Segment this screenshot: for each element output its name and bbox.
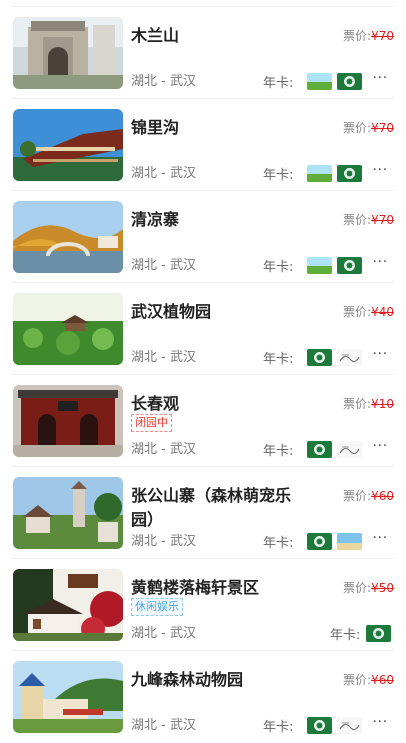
annual-card-label: 年卡: bbox=[330, 628, 361, 643]
annual-card-label: 年卡: bbox=[263, 720, 294, 735]
thumbnail-image bbox=[13, 661, 123, 733]
thumbnail-image bbox=[13, 201, 123, 273]
thumbnail-image bbox=[13, 569, 123, 641]
annual-card-label: 年卡: bbox=[263, 352, 294, 367]
more-cards-icon[interactable]: ··· bbox=[373, 347, 388, 362]
green-landscape-card-icon bbox=[307, 165, 332, 182]
more-cards-icon[interactable]: ··· bbox=[373, 255, 388, 270]
annual-card-label: 年卡: bbox=[263, 260, 294, 275]
category-tag: 休闲娱乐 bbox=[131, 598, 183, 616]
price: 票价:¥10 bbox=[343, 397, 394, 411]
spot-name: 武汉植物园 bbox=[131, 302, 212, 321]
price: 票价:¥70 bbox=[343, 121, 394, 135]
more-cards-icon[interactable]: ··· bbox=[373, 715, 388, 730]
price: 票价:¥50 bbox=[343, 581, 394, 595]
green-circle-card-icon bbox=[307, 441, 332, 458]
price: 票价:¥70 bbox=[343, 213, 394, 227]
spot-name: 清凉寨 bbox=[131, 210, 180, 229]
thumbnail-image bbox=[13, 17, 123, 89]
location: 湖北 - 武汉 bbox=[131, 534, 196, 549]
more-cards-icon[interactable]: ··· bbox=[373, 531, 388, 546]
list-item[interactable]: 清凉寨 票价:¥70 湖北 - 武汉 年卡: ··· bbox=[0, 191, 406, 283]
price: 票价:¥40 bbox=[343, 305, 394, 319]
price: 票价:¥60 bbox=[343, 489, 394, 503]
blue-landscape-card-icon bbox=[337, 533, 362, 550]
annual-card-label: 年卡: bbox=[263, 168, 294, 183]
price: 票价:¥60 bbox=[343, 673, 394, 687]
thumbnail-image bbox=[13, 385, 123, 457]
spot-name: 木兰山 bbox=[131, 26, 180, 45]
location: 湖北 - 武汉 bbox=[131, 626, 196, 641]
closed-status-tag: 闭园中 bbox=[131, 414, 172, 432]
green-circle-card-icon bbox=[337, 73, 362, 90]
green-circle-card-icon bbox=[307, 349, 332, 366]
list-item[interactable]: 九峰森林动物园 票价:¥60 湖北 - 武汉 年卡: ··· bbox=[0, 651, 406, 743]
green-circle-card-icon bbox=[337, 257, 362, 274]
list-item[interactable]: 长春观 闭园中 票价:¥10 湖北 - 武汉 年卡: ··· bbox=[0, 375, 406, 467]
annual-card-label: 年卡: bbox=[263, 76, 294, 91]
white-sketch-card-icon bbox=[337, 717, 362, 734]
annual-card-label: 年卡: bbox=[263, 444, 294, 459]
location: 湖北 - 武汉 bbox=[131, 718, 196, 733]
green-circle-card-icon bbox=[307, 533, 332, 550]
list-item[interactable]: 张公山寨（森林萌宠乐园） 票价:¥60 湖北 - 武汉 年卡: ··· bbox=[0, 467, 406, 559]
green-circle-card-icon bbox=[337, 165, 362, 182]
list-item[interactable]: 锦里沟 票价:¥70 湖北 - 武汉 年卡: ··· bbox=[0, 99, 406, 191]
location: 湖北 - 武汉 bbox=[131, 74, 196, 89]
spot-name: 锦里沟 bbox=[131, 118, 180, 137]
more-cards-icon[interactable]: ··· bbox=[373, 439, 388, 454]
green-landscape-card-icon bbox=[307, 73, 332, 90]
location: 湖北 - 武汉 bbox=[131, 166, 196, 181]
spot-name: 九峰森林动物园 bbox=[131, 670, 244, 689]
list-item[interactable]: 木兰山 票价:¥70 湖北 - 武汉 年卡: ··· bbox=[0, 7, 406, 99]
spot-name: 黄鹤楼落梅轩景区 bbox=[131, 578, 260, 597]
white-sketch-card-icon bbox=[337, 441, 362, 458]
list-item[interactable]: 武汉植物园 票价:¥40 湖北 - 武汉 年卡: ··· bbox=[0, 283, 406, 375]
location: 湖北 - 武汉 bbox=[131, 350, 196, 365]
more-cards-icon[interactable]: ··· bbox=[373, 163, 388, 178]
green-landscape-card-icon bbox=[307, 257, 332, 274]
location: 湖北 - 武汉 bbox=[131, 258, 196, 273]
location: 湖北 - 武汉 bbox=[131, 442, 196, 457]
thumbnail-image bbox=[13, 477, 123, 549]
spot-name: 长春观 bbox=[131, 394, 180, 413]
white-sketch-card-icon bbox=[337, 349, 362, 366]
spot-name: 张公山寨（森林萌宠乐园） bbox=[131, 486, 292, 529]
green-circle-card-icon bbox=[307, 717, 332, 734]
thumbnail-image bbox=[13, 293, 123, 365]
annual-card-label: 年卡: bbox=[263, 536, 294, 551]
thumbnail-image bbox=[13, 109, 123, 181]
green-circle-card-icon bbox=[366, 625, 391, 642]
price: 票价:¥70 bbox=[343, 29, 394, 43]
more-cards-icon[interactable]: ··· bbox=[373, 71, 388, 86]
list-item[interactable]: 黄鹤楼落梅轩景区 休闲娱乐 票价:¥50 湖北 - 武汉 年卡: bbox=[0, 559, 406, 651]
